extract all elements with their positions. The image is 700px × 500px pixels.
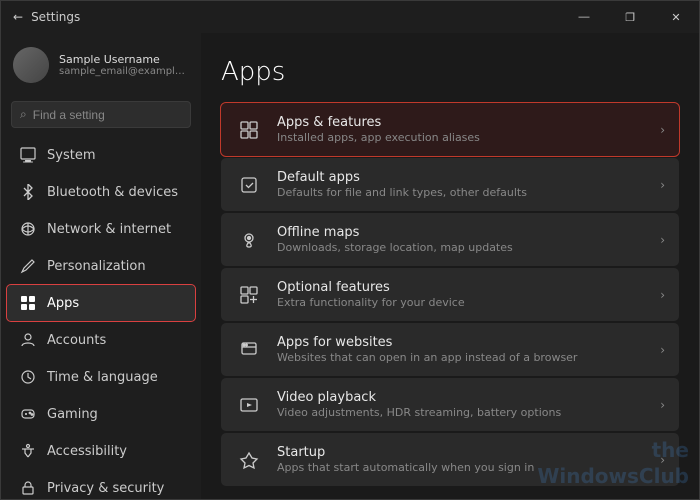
settings-item-apps-features[interactable]: Apps & features Installed apps, app exec… (221, 103, 679, 156)
sidebar-item-label: Accessibility (47, 444, 127, 459)
avatar-image (13, 47, 49, 83)
sidebar-item-gaming[interactable]: Gaming (7, 396, 195, 432)
settings-list: Apps & features Installed apps, app exec… (221, 103, 679, 486)
bluetooth-icon (19, 183, 37, 201)
settings-item-default-apps[interactable]: Default apps Defaults for file and link … (221, 158, 679, 211)
sidebar-item-time[interactable]: Time & language (7, 359, 195, 395)
network-icon (19, 220, 37, 238)
system-icon (19, 146, 37, 164)
apps-features-icon (235, 116, 263, 144)
sidebar-item-personalization[interactable]: Personalization (7, 248, 195, 284)
profile-email: sample_email@example.com (59, 66, 189, 77)
item-title-startup: Startup (277, 445, 646, 460)
item-subtitle-startup: Apps that start automatically when you s… (277, 461, 646, 474)
video-playback-icon (235, 391, 263, 419)
settings-item-apps-websites[interactable]: Apps for websites Websites that can open… (221, 323, 679, 376)
maximize-button[interactable]: ❐ (607, 1, 653, 33)
item-text-apps-websites: Apps for websites Websites that can open… (277, 335, 646, 364)
settings-item-video-playback[interactable]: Video playback Video adjustments, HDR st… (221, 378, 679, 431)
search-box[interactable]: ⌕ (11, 101, 191, 128)
profile-section[interactable]: Sample Username sample_email@example.com (1, 33, 201, 97)
item-text-startup: Startup Apps that start automatically wh… (277, 445, 646, 474)
sidebar-item-label: Personalization (47, 259, 146, 274)
apps-websites-icon (235, 336, 263, 364)
accounts-icon (19, 331, 37, 349)
avatar (13, 47, 49, 83)
sidebar-item-label: Accounts (47, 333, 106, 348)
sidebar-item-privacy[interactable]: Privacy & security (7, 470, 195, 499)
privacy-icon (19, 479, 37, 497)
titlebar-left: ← Settings (13, 10, 80, 24)
search-input[interactable] (33, 108, 182, 122)
sidebar-item-apps[interactable]: Apps (7, 285, 195, 321)
offline-maps-icon (235, 226, 263, 254)
item-title-optional-features: Optional features (277, 280, 646, 295)
sidebar-item-network[interactable]: Network & internet (7, 211, 195, 247)
startup-icon (235, 446, 263, 474)
settings-item-optional-features[interactable]: Optional features Extra functionality fo… (221, 268, 679, 321)
sidebar-nav: System Bluetooth & devices Network & int… (1, 136, 201, 499)
titlebar: ← Settings — ❐ ✕ (1, 1, 699, 33)
item-title-video-playback: Video playback (277, 390, 646, 405)
search-icon: ⌕ (20, 107, 27, 122)
sidebar-item-label: Network & internet (47, 222, 171, 237)
apps-icon (19, 294, 37, 312)
settings-item-offline-maps[interactable]: Offline maps Downloads, storage location… (221, 213, 679, 266)
sidebar-item-label: Bluetooth & devices (47, 185, 178, 200)
optional-features-icon (235, 281, 263, 309)
accessibility-icon (19, 442, 37, 460)
sidebar: Sample Username sample_email@example.com… (1, 33, 201, 499)
window: ← Settings — ❐ ✕ Sample Username sample_… (0, 0, 700, 500)
gaming-icon (19, 405, 37, 423)
item-subtitle-apps-websites: Websites that can open in an app instead… (277, 351, 646, 364)
item-text-video-playback: Video playback Video adjustments, HDR st… (277, 390, 646, 419)
item-subtitle-optional-features: Extra functionality for your device (277, 296, 646, 309)
sidebar-item-label: Apps (47, 296, 79, 311)
sidebar-item-label: Privacy & security (47, 481, 164, 496)
item-subtitle-video-playback: Video adjustments, HDR streaming, batter… (277, 406, 646, 419)
profile-name: Sample Username (59, 53, 189, 66)
item-text-apps-features: Apps & features Installed apps, app exec… (277, 115, 646, 144)
sidebar-item-label: System (47, 148, 95, 163)
item-title-offline-maps: Offline maps (277, 225, 646, 240)
sidebar-item-system[interactable]: System (7, 137, 195, 173)
close-button[interactable]: ✕ (653, 1, 699, 33)
content-area: Sample Username sample_email@example.com… (1, 33, 699, 499)
back-nav: ← (13, 10, 23, 24)
item-text-optional-features: Optional features Extra functionality fo… (277, 280, 646, 309)
sidebar-item-accessibility[interactable]: Accessibility (7, 433, 195, 469)
chevron-icon: › (660, 123, 665, 137)
profile-text: Sample Username sample_email@example.com (59, 53, 189, 77)
chevron-icon: › (660, 343, 665, 357)
item-text-offline-maps: Offline maps Downloads, storage location… (277, 225, 646, 254)
chevron-icon: › (660, 233, 665, 247)
item-subtitle-offline-maps: Downloads, storage location, map updates (277, 241, 646, 254)
sidebar-item-label: Time & language (47, 370, 158, 385)
back-icon[interactable]: ← (13, 10, 23, 24)
settings-item-startup[interactable]: Startup Apps that start automatically wh… (221, 433, 679, 486)
item-title-default-apps: Default apps (277, 170, 646, 185)
item-title-apps-websites: Apps for websites (277, 335, 646, 350)
chevron-icon: › (660, 398, 665, 412)
chevron-icon: › (660, 178, 665, 192)
default-apps-icon (235, 171, 263, 199)
minimize-button[interactable]: — (561, 1, 607, 33)
time-icon (19, 368, 37, 386)
sidebar-item-accounts[interactable]: Accounts (7, 322, 195, 358)
chevron-icon: › (660, 453, 665, 467)
titlebar-controls: — ❐ ✕ (561, 1, 699, 33)
item-text-default-apps: Default apps Defaults for file and link … (277, 170, 646, 199)
sidebar-item-bluetooth[interactable]: Bluetooth & devices (7, 174, 195, 210)
sidebar-item-label: Gaming (47, 407, 98, 422)
page-title: Apps (221, 57, 679, 87)
chevron-icon: › (660, 288, 665, 302)
main-panel: Apps Apps & features Installed apps, app… (201, 33, 699, 499)
item-title-apps-features: Apps & features (277, 115, 646, 130)
personalization-icon (19, 257, 37, 275)
item-subtitle-default-apps: Defaults for file and link types, other … (277, 186, 646, 199)
item-subtitle-apps-features: Installed apps, app execution aliases (277, 131, 646, 144)
titlebar-title: Settings (31, 10, 80, 24)
